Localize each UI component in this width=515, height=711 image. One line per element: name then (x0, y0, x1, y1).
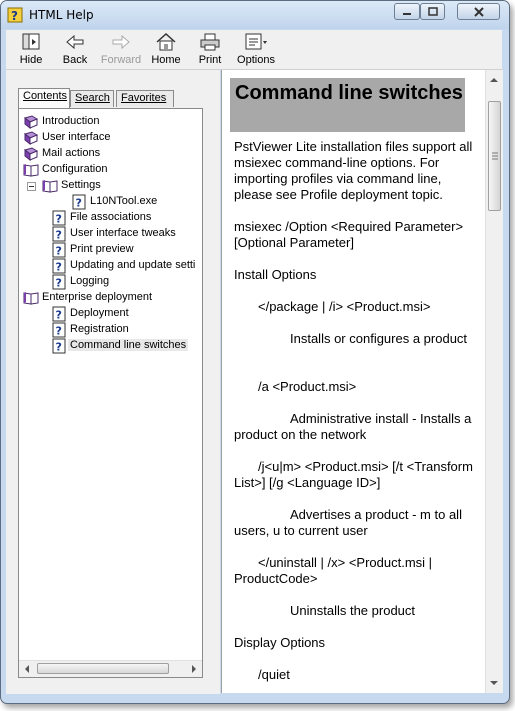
hide-icon (22, 33, 40, 50)
section-heading: Install Options (234, 267, 317, 282)
help-page-icon: ? (52, 338, 66, 354)
option-syntax: </uninstall | /x> <Product.msi | Product… (234, 555, 433, 586)
window-title: HTML Help (29, 8, 94, 22)
svg-text:?: ? (76, 197, 82, 210)
help-page-icon: ? (52, 242, 66, 258)
tree-item-label: Command line switches (68, 339, 189, 351)
tree-item-label: Deployment (70, 307, 129, 319)
syntax-paragraph: msiexec /Option <Required Parameter> [Op… (234, 219, 464, 250)
tree-item-label: File associations (70, 211, 152, 223)
tree-item-label: User interface tweaks (70, 227, 176, 239)
print-label: Print (198, 54, 222, 66)
option-description: Administrative install - Installs a prod… (234, 411, 472, 442)
option-description: Advertises a product - m to all users, u… (234, 507, 462, 538)
back-label: Back (62, 54, 88, 66)
svg-text:?: ? (56, 261, 62, 274)
close-button[interactable] (457, 3, 500, 20)
tree-item-label: Mail actions (42, 147, 101, 159)
svg-text:?: ? (56, 309, 62, 322)
help-page-icon: ? (52, 258, 66, 274)
book-closed-icon (23, 147, 39, 162)
tree-item-label: Enterprise deployment (42, 291, 153, 303)
vertical-scroll-thumb[interactable] (488, 101, 501, 211)
maximize-button[interactable] (420, 3, 445, 20)
tree-item-label: Print preview (70, 243, 134, 255)
tab-favorites[interactable]: Favorites (116, 90, 174, 107)
collapse-toggle[interactable] (27, 182, 36, 191)
option-description: Uninstalls the product (290, 603, 416, 618)
contents-tree: Introduction User interface Mail actions… (18, 108, 203, 678)
tab-search[interactable]: Search (70, 90, 114, 107)
option-syntax: /quiet (258, 667, 290, 682)
help-window: ? HTML Help Hide Back Forward Home Print… (0, 0, 510, 704)
book-open-icon (23, 292, 39, 305)
scroll-left-icon[interactable] (23, 664, 31, 674)
home-label: Home (151, 54, 181, 66)
topic-content: Command line switches PstViewer Lite ins… (221, 70, 503, 693)
svg-text:?: ? (56, 341, 62, 354)
book-closed-icon (23, 115, 39, 130)
options-button[interactable]: Options (232, 32, 280, 66)
help-page-icon: ? (52, 226, 66, 242)
minimize-button[interactable] (394, 3, 420, 20)
help-page-icon: ? (52, 274, 66, 290)
svg-text:?: ? (56, 213, 62, 226)
pane-splitter[interactable] (213, 70, 220, 694)
help-app-icon: ? (7, 7, 23, 23)
option-description: Installs or configures a product (290, 331, 468, 346)
scroll-down-icon[interactable] (489, 679, 499, 687)
help-page-icon: ? (52, 306, 66, 322)
option-syntax: /a <Product.msi> (258, 379, 357, 394)
hide-label: Hide (19, 54, 43, 66)
back-arrow-icon (66, 34, 84, 50)
tree-item-label: Logging (70, 275, 110, 287)
help-page-icon: ? (52, 322, 66, 338)
tree-item-label: L10NTool.exe (90, 195, 158, 207)
svg-text:?: ? (56, 325, 62, 338)
tree-item-label: Registration (70, 323, 129, 335)
options-icon (245, 33, 267, 50)
tree-horizontal-scrollbar[interactable] (19, 660, 202, 677)
toolbar: Hide Back Forward Home Print Options (6, 30, 502, 70)
options-label: Options (237, 54, 275, 66)
tree-item-label: Configuration (42, 163, 108, 175)
back-button[interactable]: Back (51, 32, 99, 66)
forward-button[interactable]: Forward (97, 32, 145, 66)
home-icon (156, 32, 176, 51)
help-page-icon: ? (72, 194, 86, 210)
tree-item-label: Introduction (42, 115, 100, 127)
forward-arrow-icon (112, 34, 130, 50)
section-heading: Display Options (234, 635, 326, 650)
forward-label: Forward (100, 54, 142, 66)
tree-item-label: Settings (61, 179, 101, 191)
help-page-icon: ? (52, 210, 66, 226)
hide-button[interactable]: Hide (7, 32, 55, 66)
home-button[interactable]: Home (142, 32, 190, 66)
content-vertical-scrollbar[interactable] (485, 70, 503, 693)
tab-contents[interactable]: Contents (18, 88, 70, 108)
svg-text:?: ? (56, 245, 62, 258)
printer-icon (200, 33, 220, 51)
svg-text:?: ? (11, 9, 18, 23)
horizontal-scroll-thumb[interactable] (37, 663, 169, 674)
option-syntax: </package | /i> <Product.msi> (258, 299, 431, 314)
option-syntax: /j<u|m> <Product.msi> [/t <Transform Lis… (234, 459, 473, 490)
svg-text:?: ? (56, 277, 62, 290)
title-bar: ? HTML Help (1, 1, 509, 29)
tree-item-label: Updating and update setti (70, 259, 196, 271)
print-button[interactable]: Print (186, 32, 234, 66)
book-open-icon (42, 180, 58, 193)
intro-paragraph: PstViewer Lite installation files suppor… (234, 139, 473, 202)
topic-title: Command line switches (235, 82, 463, 104)
tree-item-label: User interface (42, 131, 111, 143)
scroll-right-icon[interactable] (190, 664, 198, 674)
grip-icon (492, 152, 498, 160)
book-closed-icon (23, 131, 39, 146)
book-open-icon (23, 164, 39, 177)
topic-heading: Command line switches (230, 78, 465, 132)
navigation-pane: Contents Search Favorites Introduction U… (6, 70, 213, 694)
svg-text:?: ? (56, 229, 62, 242)
scroll-up-icon[interactable] (489, 76, 499, 84)
